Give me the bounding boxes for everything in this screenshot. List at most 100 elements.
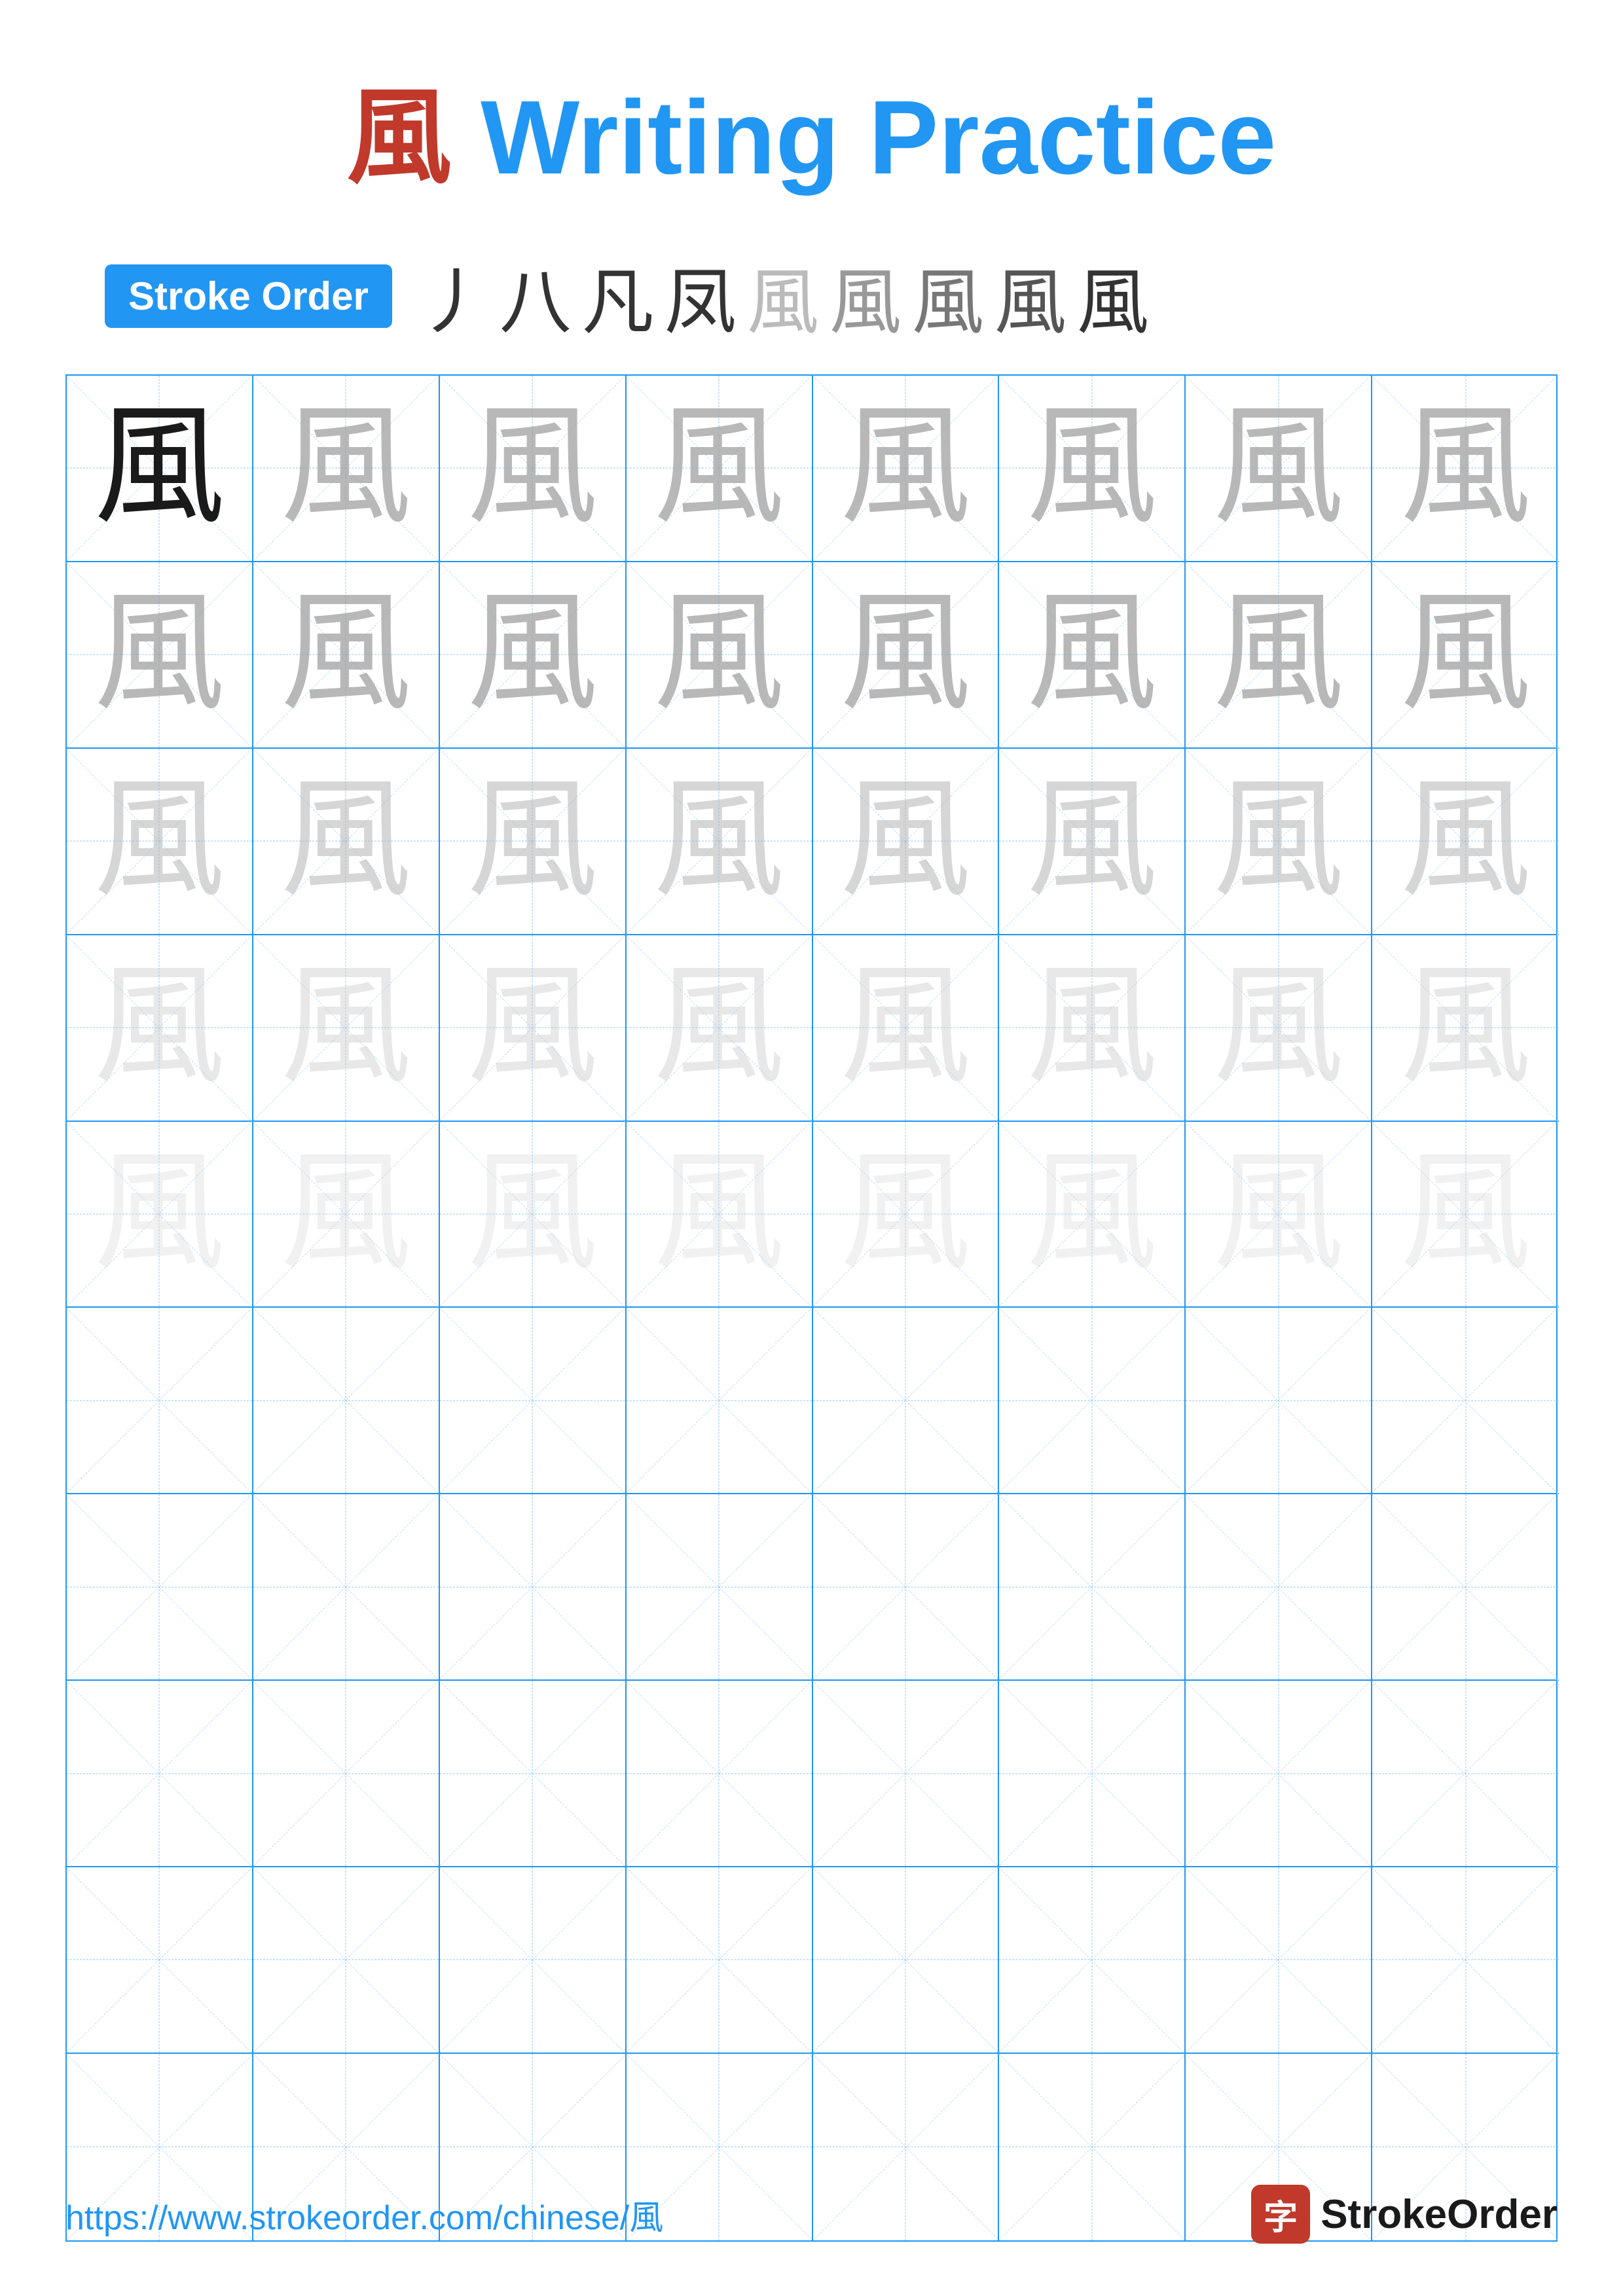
stroke-char-7: 風 — [994, 243, 1067, 348]
grid-cell-5-7[interactable]: 風 — [1186, 1122, 1372, 1308]
grid-cell-4-8[interactable]: 風 — [1372, 935, 1559, 1122]
grid-cell-9-7[interactable] — [1186, 1867, 1372, 2054]
grid-row-7 — [67, 1494, 1556, 1681]
footer-logo-icon: 字 — [1251, 2185, 1310, 2244]
grid-cell-5-5[interactable]: 風 — [813, 1122, 1000, 1308]
grid-cell-4-5[interactable]: 風 — [813, 935, 1000, 1122]
stroke-char-5: 風 — [830, 243, 902, 348]
grid-cell-3-4[interactable]: 風 — [627, 749, 813, 935]
stroke-char-3: 凤 — [665, 243, 737, 348]
grid-cell-7-8[interactable] — [1372, 1494, 1559, 1681]
grid-cell-8-3[interactable] — [440, 1681, 627, 1867]
grid-cell-6-1[interactable] — [67, 1308, 253, 1494]
grid-row-6 — [67, 1308, 1556, 1494]
grid-cell-4-4[interactable]: 風 — [627, 935, 813, 1122]
stroke-char-8: 風 — [1077, 243, 1149, 348]
grid-cell-9-1[interactable] — [67, 1867, 253, 2054]
footer: https://www.strokeorder.com/chinese/風 字 … — [65, 2185, 1558, 2244]
grid-cell-3-5[interactable]: 風 — [813, 749, 1000, 935]
stroke-char-6: 風 — [912, 243, 984, 348]
grid-cell-1-3[interactable]: 風 — [440, 376, 627, 562]
grid-cell-6-3[interactable] — [440, 1308, 627, 1494]
grid-row-8 — [67, 1681, 1556, 1867]
grid-cell-2-3[interactable]: 風 — [440, 562, 627, 749]
grid-cell-1-4[interactable]: 風 — [627, 376, 813, 562]
title-kanji: 風 — [347, 80, 452, 196]
grid-row-9 — [67, 1867, 1556, 2054]
grid-cell-6-7[interactable] — [1186, 1308, 1372, 1494]
grid-cell-1-7[interactable]: 風 — [1186, 376, 1372, 562]
page-title: 風 Writing Practice — [347, 52, 1277, 204]
grid-row-3: 風 風 風 風 風 風 風 風 — [67, 749, 1556, 935]
grid-cell-5-3[interactable]: 風 — [440, 1122, 627, 1308]
grid-cell-5-4[interactable]: 風 — [627, 1122, 813, 1308]
grid-row-5: 風 風 風 風 風 風 風 風 — [67, 1122, 1556, 1308]
grid-cell-7-5[interactable] — [813, 1494, 1000, 1681]
grid-cell-8-8[interactable] — [1372, 1681, 1559, 1867]
footer-logo-text: StrokeOrder — [1321, 2191, 1558, 2238]
stroke-char-1: 八 — [500, 243, 572, 348]
grid-cell-8-4[interactable] — [627, 1681, 813, 1867]
grid-cell-1-1[interactable]: 風 — [67, 376, 253, 562]
grid-cell-4-3[interactable]: 風 — [440, 935, 627, 1122]
grid-cell-6-2[interactable] — [253, 1308, 440, 1494]
grid-cell-3-6[interactable]: 風 — [999, 749, 1186, 935]
grid-cell-9-6[interactable] — [999, 1867, 1186, 2054]
grid-cell-5-2[interactable]: 風 — [253, 1122, 440, 1308]
grid-cell-5-6[interactable]: 風 — [999, 1122, 1186, 1308]
grid-cell-6-4[interactable] — [627, 1308, 813, 1494]
grid-cell-1-2[interactable]: 風 — [253, 376, 440, 562]
grid-cell-2-5[interactable]: 風 — [813, 562, 1000, 749]
grid-cell-3-1[interactable]: 風 — [67, 749, 253, 935]
grid-cell-2-7[interactable]: 風 — [1186, 562, 1372, 749]
grid-cell-5-1[interactable]: 風 — [67, 1122, 253, 1308]
practice-grid: 風 風 風 風 風 風 風 風 風 風 風 風 風 風 風 風 風 風 風 風 … — [65, 374, 1558, 2242]
grid-cell-9-5[interactable] — [813, 1867, 1000, 2054]
grid-cell-5-8[interactable]: 風 — [1372, 1122, 1559, 1308]
grid-cell-3-3[interactable]: 風 — [440, 749, 627, 935]
grid-cell-6-5[interactable] — [813, 1308, 1000, 1494]
grid-row-2: 風 風 風 風 風 風 風 風 — [67, 562, 1556, 749]
grid-cell-6-6[interactable] — [999, 1308, 1186, 1494]
grid-cell-2-2[interactable]: 風 — [253, 562, 440, 749]
grid-cell-2-4[interactable]: 風 — [627, 562, 813, 749]
grid-cell-4-6[interactable]: 風 — [999, 935, 1186, 1122]
grid-cell-8-2[interactable] — [253, 1681, 440, 1867]
grid-cell-4-7[interactable]: 風 — [1186, 935, 1372, 1122]
grid-cell-4-2[interactable]: 風 — [253, 935, 440, 1122]
grid-cell-7-2[interactable] — [253, 1494, 440, 1681]
grid-cell-4-1[interactable]: 風 — [67, 935, 253, 1122]
grid-cell-7-1[interactable] — [67, 1494, 253, 1681]
stroke-sequence: 丿 八 凡 凤 風 風 風 風 風 — [412, 243, 1154, 348]
grid-cell-1-8[interactable]: 風 — [1372, 376, 1559, 562]
cell-kanji-dark: 風 — [67, 376, 252, 561]
grid-cell-7-6[interactable] — [999, 1494, 1186, 1681]
grid-cell-9-2[interactable] — [253, 1867, 440, 2054]
grid-cell-8-5[interactable] — [813, 1681, 1000, 1867]
footer-url: https://www.strokeorder.com/chinese/風 — [65, 2190, 663, 2239]
grid-cell-9-8[interactable] — [1372, 1867, 1559, 2054]
grid-cell-2-6[interactable]: 風 — [999, 562, 1186, 749]
grid-cell-3-8[interactable]: 風 — [1372, 749, 1559, 935]
grid-cell-3-2[interactable]: 風 — [253, 749, 440, 935]
grid-cell-9-3[interactable] — [440, 1867, 627, 2054]
grid-cell-9-4[interactable] — [627, 1867, 813, 2054]
stroke-char-4: 風 — [747, 243, 819, 348]
grid-cell-8-6[interactable] — [999, 1681, 1186, 1867]
grid-cell-2-8[interactable]: 風 — [1372, 562, 1559, 749]
footer-logo: 字 StrokeOrder — [1251, 2185, 1558, 2244]
grid-row-1: 風 風 風 風 風 風 風 風 — [67, 376, 1556, 562]
grid-cell-8-1[interactable] — [67, 1681, 253, 1867]
grid-cell-2-1[interactable]: 風 — [67, 562, 253, 749]
grid-cell-7-4[interactable] — [627, 1494, 813, 1681]
grid-cell-1-5[interactable]: 風 — [813, 376, 1000, 562]
grid-row-4: 風 風 風 風 風 風 風 風 — [67, 935, 1556, 1122]
grid-cell-7-7[interactable] — [1186, 1494, 1372, 1681]
stroke-char-2: 凡 — [582, 243, 654, 348]
grid-cell-7-3[interactable] — [440, 1494, 627, 1681]
grid-cell-3-7[interactable]: 風 — [1186, 749, 1372, 935]
grid-cell-8-7[interactable] — [1186, 1681, 1372, 1867]
grid-cell-1-6[interactable]: 風 — [999, 376, 1186, 562]
stroke-char-0: 丿 — [417, 243, 489, 348]
grid-cell-6-8[interactable] — [1372, 1308, 1559, 1494]
